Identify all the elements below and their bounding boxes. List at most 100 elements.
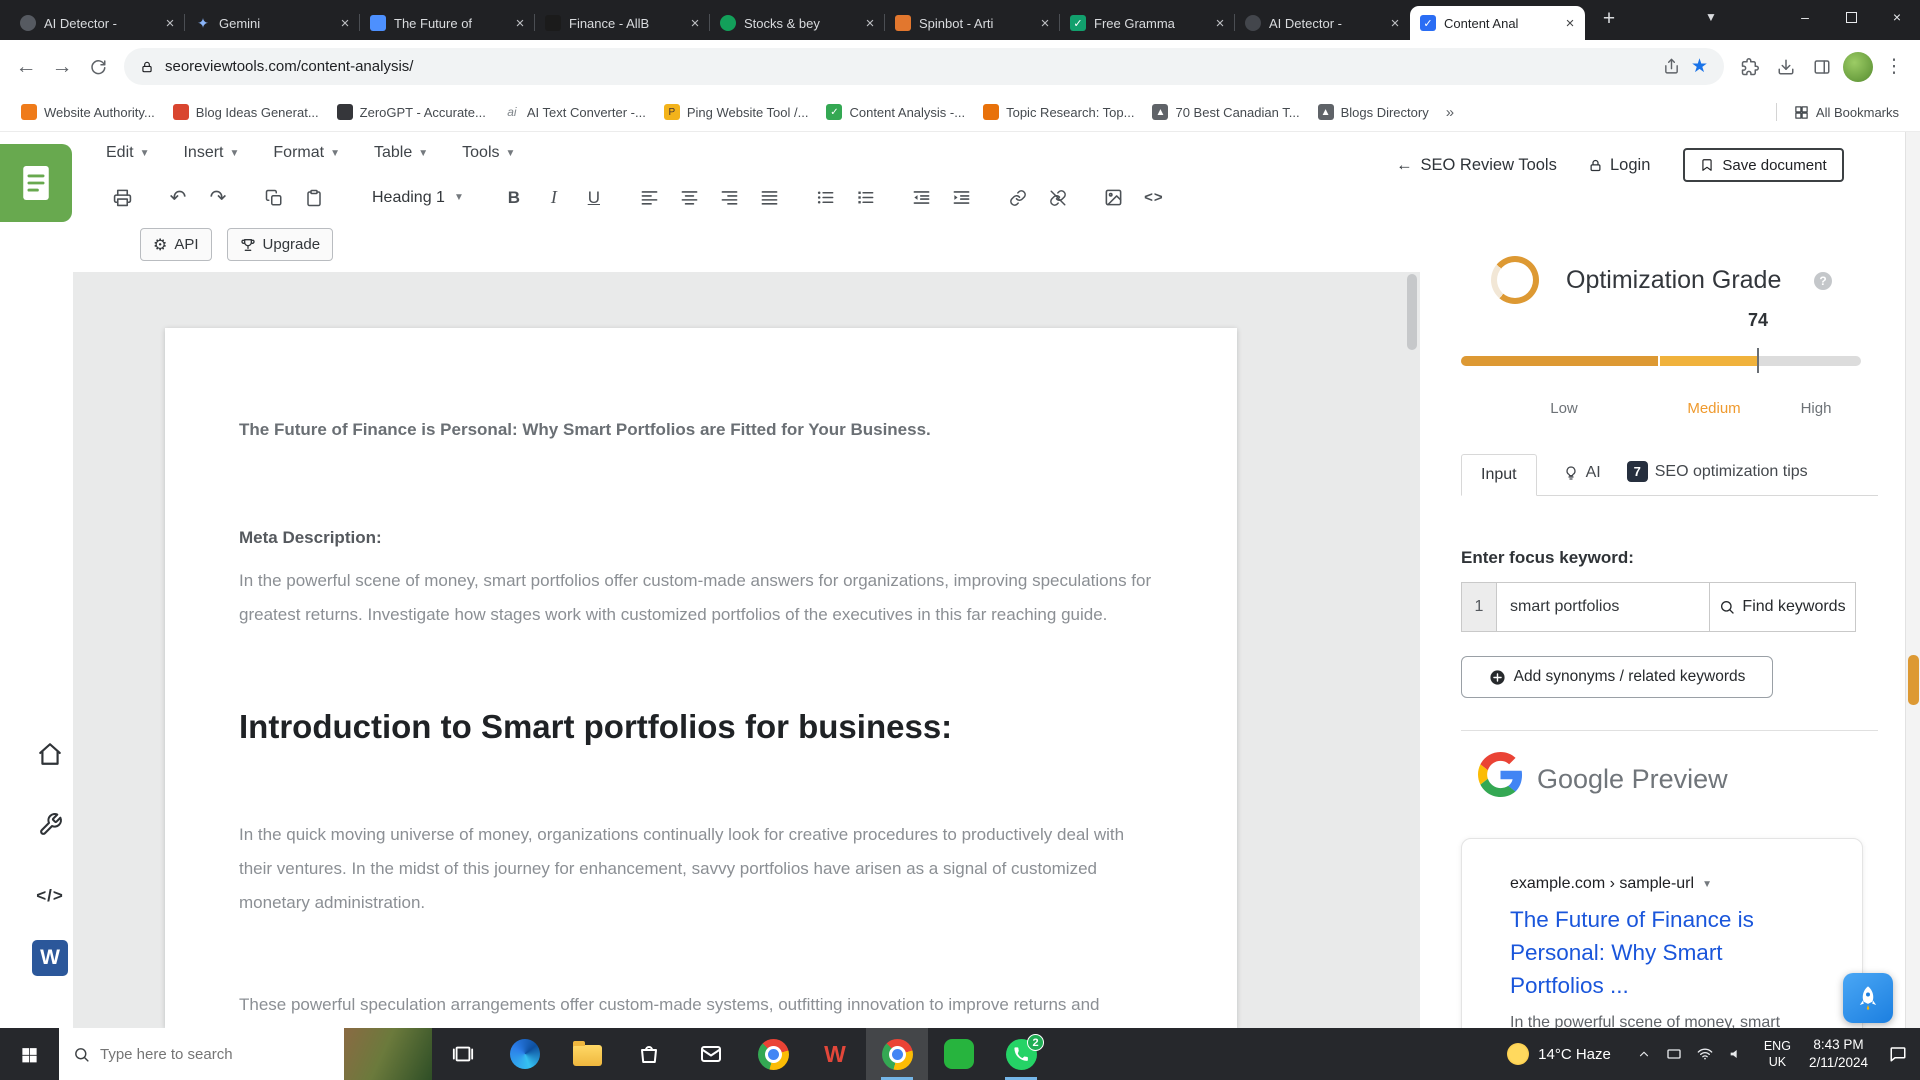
editor-scrollbar[interactable] xyxy=(1407,274,1417,350)
tab-ai[interactable]: AI xyxy=(1563,464,1601,495)
language-indicator[interactable]: ENGUK xyxy=(1754,1038,1801,1071)
green-app-icon[interactable] xyxy=(928,1028,990,1080)
microsoft-store-icon[interactable] xyxy=(618,1028,680,1080)
menu-tools[interactable]: Tools▼ xyxy=(462,144,515,162)
bookmark-star-icon[interactable]: ★ xyxy=(1691,55,1708,78)
action-center-button[interactable] xyxy=(1876,1045,1920,1063)
back-icon[interactable]: ← xyxy=(8,49,44,85)
save-document-button[interactable]: Save document xyxy=(1683,148,1844,182)
taskbar-clock[interactable]: 8:43 PM2/11/2024 xyxy=(1801,1036,1876,1072)
document-editor[interactable]: The Future of Finance is Personal: Why S… xyxy=(165,328,1237,1028)
find-keywords-button[interactable]: Find keywords xyxy=(1710,582,1856,632)
code-icon[interactable]: </> xyxy=(30,876,70,916)
preview-title-link[interactable]: The Future of Finance is Personal: Why S… xyxy=(1510,903,1800,1002)
wrench-icon[interactable] xyxy=(30,804,70,844)
maximize-button[interactable] xyxy=(1828,0,1874,34)
undo-icon[interactable]: ↶ xyxy=(166,184,190,211)
seo-review-tools-link[interactable]: ←SEO Review Tools xyxy=(1396,156,1557,175)
menu-insert[interactable]: Insert▼ xyxy=(183,144,239,162)
link-icon[interactable] xyxy=(1006,184,1030,211)
preview-url[interactable]: example.com › sample-url▼ xyxy=(1510,875,1838,893)
tab-close-icon[interactable]: × xyxy=(1036,14,1054,32)
browser-tab[interactable]: ✓Free Gramma× xyxy=(1060,6,1235,40)
align-right-icon[interactable] xyxy=(718,184,742,211)
bullet-list-icon[interactable] xyxy=(814,184,838,211)
browser-tab[interactable]: Finance - AllB× xyxy=(535,6,710,40)
browser-tab[interactable]: ✦Gemini× xyxy=(185,6,360,40)
tab-input[interactable]: Input xyxy=(1461,454,1537,496)
page-scrollbar[interactable] xyxy=(1905,132,1920,1028)
menu-format[interactable]: Format▼ xyxy=(273,144,340,162)
menu-table[interactable]: Table▼ xyxy=(374,144,428,162)
bookmark-item[interactable]: Blog Ideas Generat... xyxy=(164,98,328,126)
rocket-fab-button[interactable] xyxy=(1843,973,1893,1023)
reload-icon[interactable] xyxy=(80,49,116,85)
bold-icon[interactable]: B xyxy=(502,184,526,211)
extensions-icon[interactable] xyxy=(1732,49,1768,85)
tray-chevron-up-icon[interactable] xyxy=(1637,1047,1651,1061)
align-justify-icon[interactable] xyxy=(758,184,782,211)
task-view-button[interactable] xyxy=(432,1028,494,1080)
redo-icon[interactable]: ↷ xyxy=(206,184,230,211)
device-icon[interactable] xyxy=(1666,1046,1682,1062)
browser-tab-active[interactable]: ✓Content Anal× xyxy=(1410,6,1585,40)
weather-widget[interactable]: 14°C Haze xyxy=(1491,1043,1627,1065)
api-button[interactable]: ⚙API xyxy=(140,228,212,261)
insert-image-icon[interactable] xyxy=(1102,184,1126,211)
outdent-icon[interactable] xyxy=(910,184,934,211)
bookmark-item[interactable]: Topic Research: Top... xyxy=(974,98,1143,126)
align-center-icon[interactable] xyxy=(678,184,702,211)
tab-close-icon[interactable]: × xyxy=(861,14,879,32)
all-bookmarks-button[interactable]: All Bookmarks xyxy=(1785,98,1908,126)
tab-close-icon[interactable]: × xyxy=(511,14,529,32)
edge-app-icon[interactable] xyxy=(494,1028,556,1080)
tab-close-icon[interactable]: × xyxy=(1386,14,1404,32)
side-panel-icon[interactable] xyxy=(1804,49,1840,85)
bookmark-item[interactable]: ✓Content Analysis -... xyxy=(817,98,974,126)
tab-close-icon[interactable]: × xyxy=(686,14,704,32)
wordweb-app-icon[interactable]: W xyxy=(804,1028,866,1080)
tab-close-icon[interactable]: × xyxy=(161,14,179,32)
minimize-button[interactable]: – xyxy=(1782,0,1828,34)
italic-icon[interactable]: I xyxy=(542,184,566,211)
help-icon[interactable]: ? xyxy=(1814,272,1832,290)
upgrade-button[interactable]: Upgrade xyxy=(227,228,334,261)
login-link[interactable]: Login xyxy=(1588,156,1650,175)
close-button[interactable]: × xyxy=(1874,0,1920,34)
browser-tab[interactable]: AI Detector -× xyxy=(10,6,185,40)
indent-icon[interactable] xyxy=(950,184,974,211)
word-app-icon[interactable]: W xyxy=(30,938,70,978)
file-explorer-icon[interactable] xyxy=(556,1028,618,1080)
browser-tab[interactable]: Spinbot - Arti× xyxy=(885,6,1060,40)
bookmark-item[interactable]: PPing Website Tool /... xyxy=(655,98,818,126)
chrome-app-icon[interactable] xyxy=(742,1028,804,1080)
new-tab-button[interactable]: + xyxy=(1595,5,1623,33)
bookmark-item[interactable]: ▲Blogs Directory xyxy=(1309,98,1438,126)
tab-close-icon[interactable]: × xyxy=(1211,14,1229,32)
bookmark-item[interactable]: aiAI Text Converter -... xyxy=(495,98,655,126)
browser-tab[interactable]: The Future of× xyxy=(360,6,535,40)
share-icon[interactable] xyxy=(1663,58,1680,75)
browser-menu-icon[interactable]: ⋮ xyxy=(1876,49,1912,85)
wifi-icon[interactable] xyxy=(1697,1046,1713,1062)
unlink-icon[interactable] xyxy=(1046,184,1070,211)
tab-search-chevron-icon[interactable]: ▼ xyxy=(1705,10,1717,24)
tab-close-icon[interactable]: × xyxy=(336,14,354,32)
volume-icon[interactable] xyxy=(1728,1046,1744,1062)
tab-close-icon[interactable]: × xyxy=(1561,14,1579,32)
paste-icon[interactable] xyxy=(302,184,326,211)
menu-edit[interactable]: Edit▼ xyxy=(106,144,149,162)
keyword-input[interactable] xyxy=(1497,582,1710,632)
copy-icon[interactable] xyxy=(262,184,286,211)
chrome-active-app-icon[interactable] xyxy=(866,1028,928,1080)
source-code-icon[interactable]: <> xyxy=(1142,184,1166,211)
mail-app-icon[interactable] xyxy=(680,1028,742,1080)
taskbar-search[interactable] xyxy=(59,1028,432,1080)
browser-tab[interactable]: Stocks & bey× xyxy=(710,6,885,40)
tab-seo-tips[interactable]: 7SEO optimization tips xyxy=(1627,461,1808,495)
downloads-icon[interactable] xyxy=(1768,49,1804,85)
print-icon[interactable] xyxy=(110,184,134,211)
format-select[interactable]: Heading 1▼ xyxy=(372,189,464,207)
bookmark-item[interactable]: ZeroGPT - Accurate... xyxy=(328,98,495,126)
home-icon[interactable] xyxy=(30,734,70,774)
